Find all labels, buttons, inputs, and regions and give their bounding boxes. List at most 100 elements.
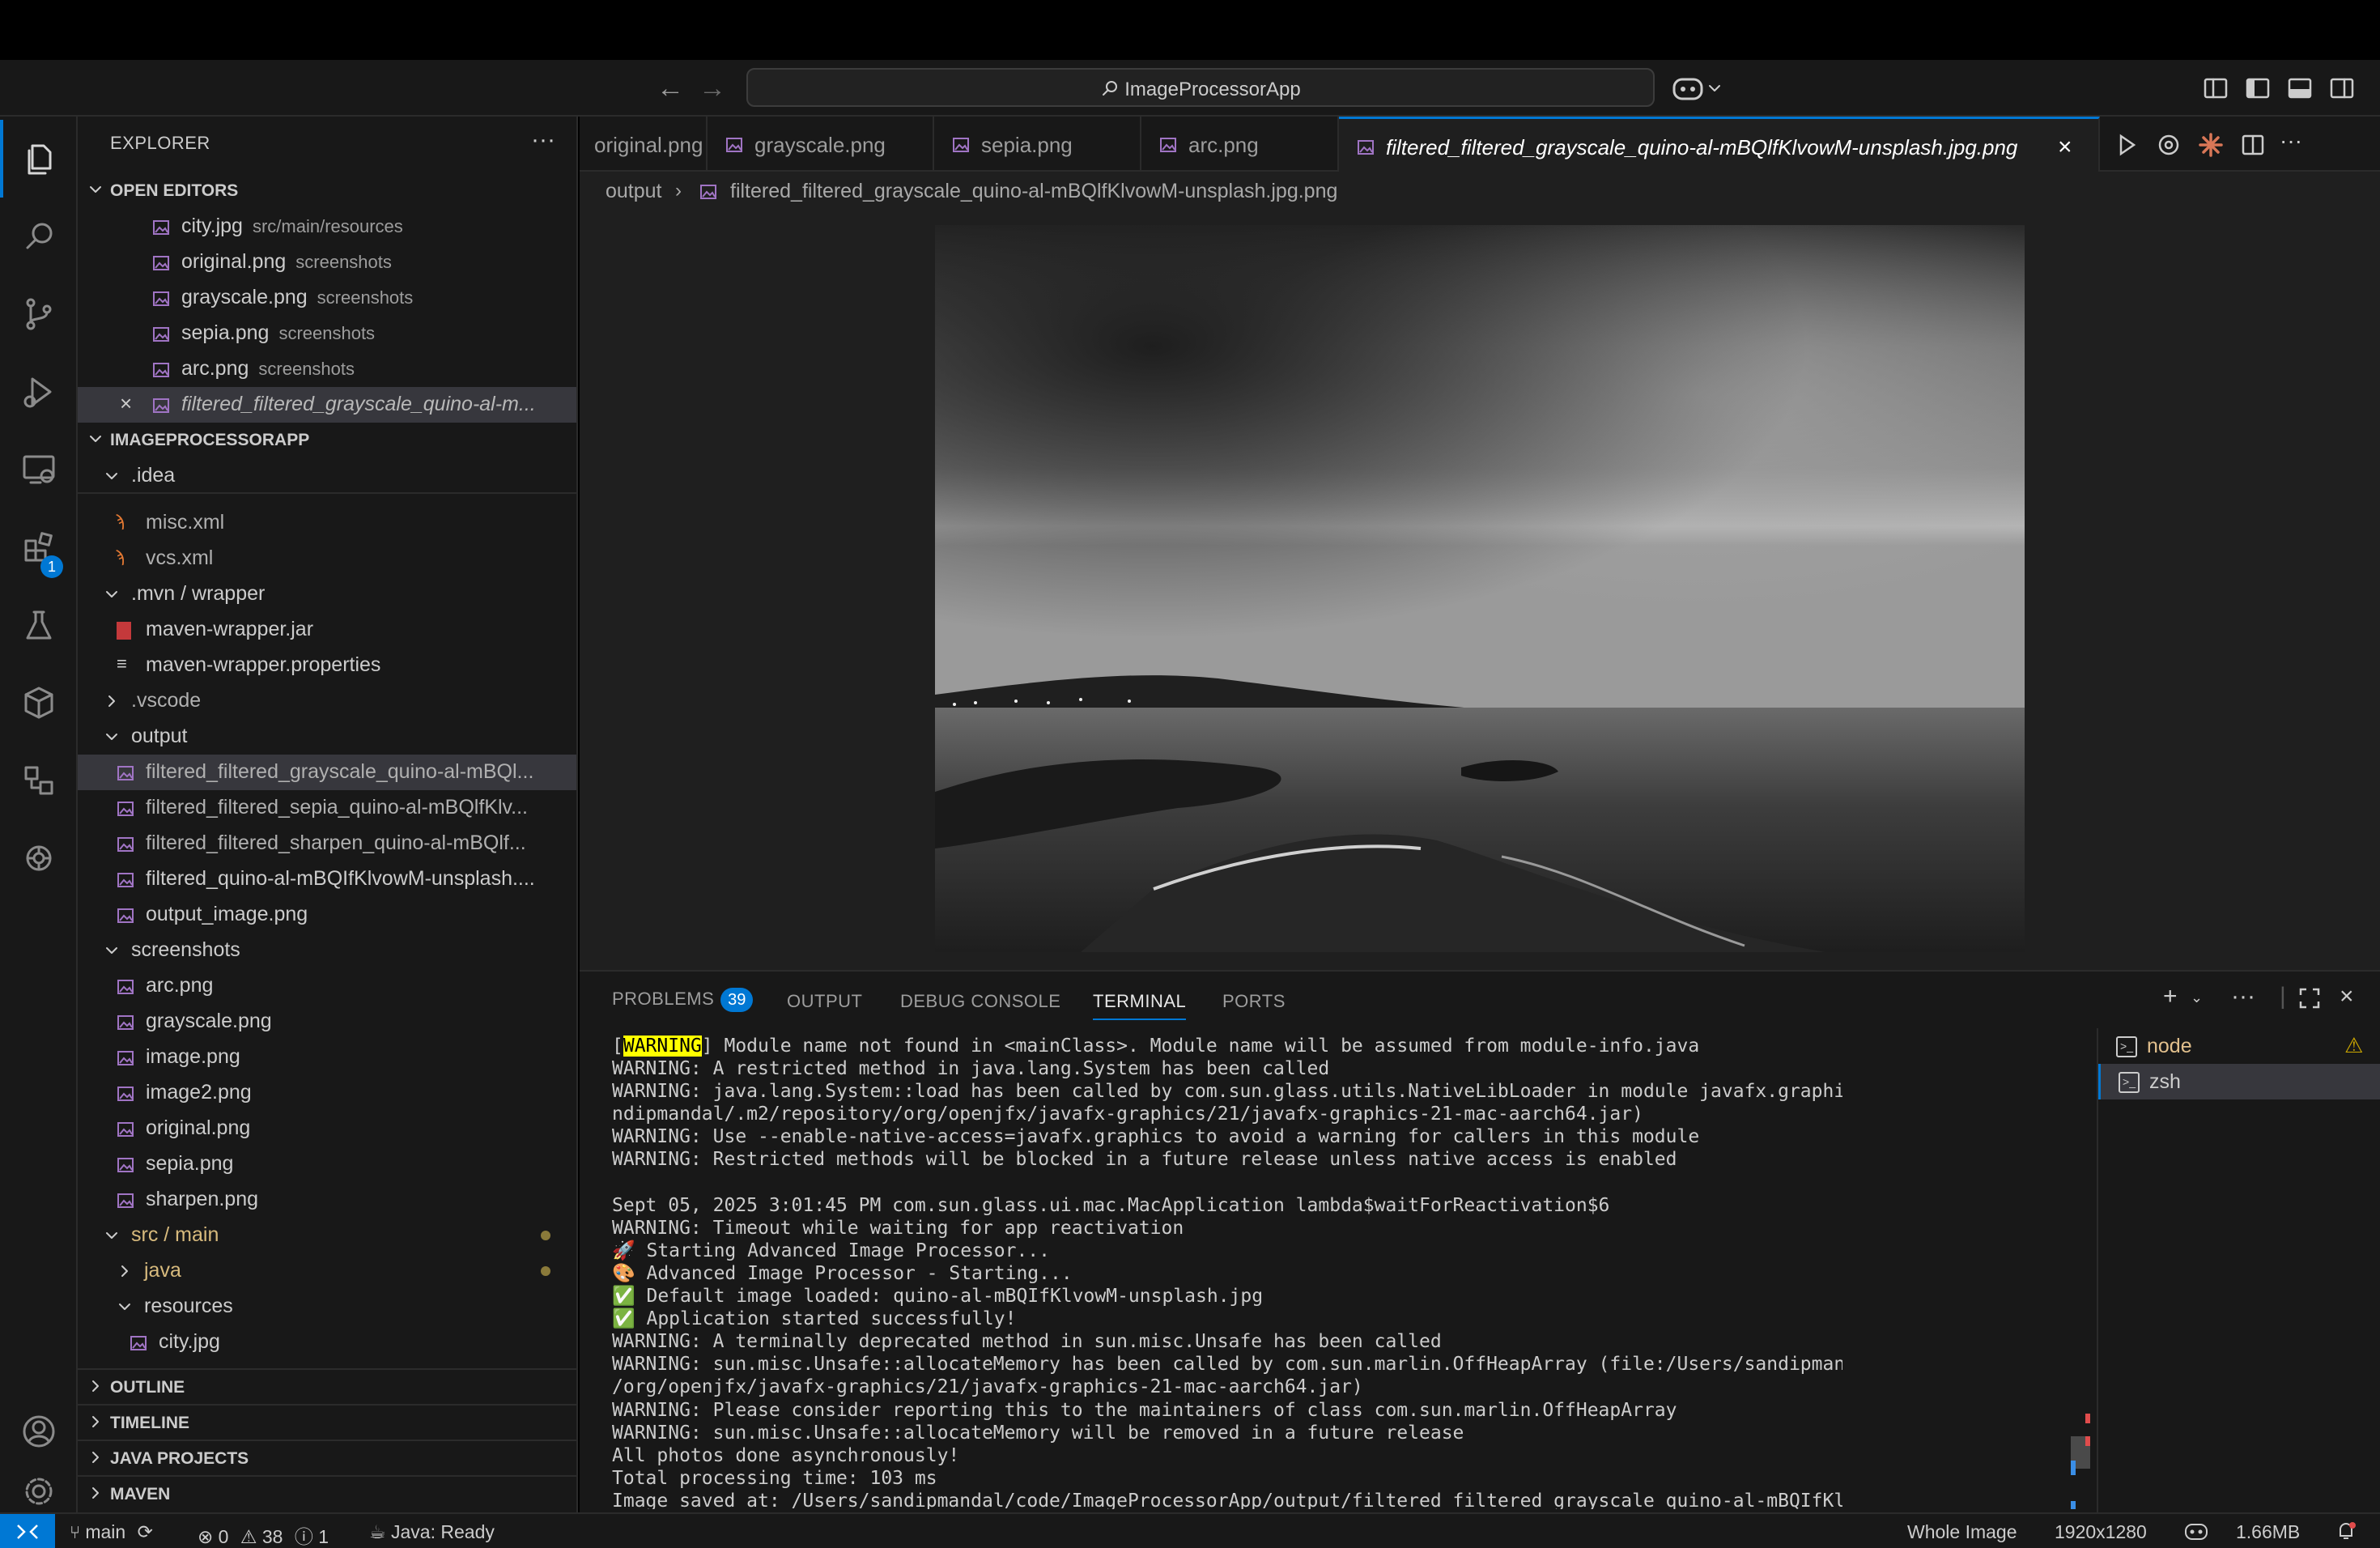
image-file-icon <box>153 327 169 342</box>
explorer-icon[interactable] <box>0 120 78 198</box>
tab-output[interactable]: OUTPUT <box>787 991 862 1012</box>
folder-output[interactable]: output <box>78 719 576 755</box>
extensions-icon[interactable]: 1 <box>0 508 78 586</box>
open-editor-city[interactable]: city.jpg src/main/resources <box>78 209 576 245</box>
folder-src-main[interactable]: src / main <box>78 1218 576 1253</box>
breadcrumb-file[interactable]: filtered_filtered_grayscale_quino-al-mBQ… <box>730 180 1337 203</box>
project-header[interactable]: IMAGEPROCESSORAPP <box>78 423 576 458</box>
open-editor-arc[interactable]: arc.png screenshots <box>78 351 576 387</box>
forward-arrow-icon[interactable]: → <box>696 73 729 105</box>
terminal-line: ✅ Default image loaded: quino-al-mBQIfKl… <box>612 1286 1264 1308</box>
tab-original[interactable]: original.png <box>580 117 708 172</box>
openai-icon[interactable] <box>0 819 78 897</box>
file-misc-xml[interactable]: ϡ misc.xml <box>78 505 576 541</box>
java-projects-icon[interactable] <box>0 742 78 819</box>
maven-section[interactable]: MAVEN <box>78 1475 576 1511</box>
toggle-primary-sidebar-icon[interactable] <box>2244 74 2272 102</box>
open-editor-original[interactable]: original.png screenshots <box>78 245 576 280</box>
image-mode-status[interactable]: Whole Image <box>1907 1521 2017 1543</box>
testing-flask-icon[interactable] <box>0 586 78 664</box>
search-icon[interactable] <box>0 198 78 275</box>
file-screenshot-sepia[interactable]: sepia.png <box>78 1146 576 1182</box>
split-editor-icon[interactable] <box>2239 131 2267 159</box>
file-maven-wrapper-properties[interactable]: ≡ maven-wrapper.properties <box>78 648 576 683</box>
tab-grayscale[interactable]: grayscale.png <box>708 117 934 172</box>
command-center-text: ImageProcessorApp <box>1124 79 1301 100</box>
folder-resources[interactable]: resources <box>78 1289 576 1325</box>
tab-filtered-grayscale[interactable]: filtered_filtered_grayscale_quino-al-mBQ… <box>1339 117 2100 172</box>
terminal-item-zsh[interactable]: >_ zsh <box>2098 1064 2380 1099</box>
containers-icon[interactable] <box>0 664 78 742</box>
more-icon[interactable]: ··· <box>2231 983 2255 1010</box>
open-editors-header[interactable]: OPEN EDITORS <box>78 173 576 209</box>
folder-vscode[interactable]: .vscode <box>78 683 576 719</box>
file-screenshot-original[interactable]: original.png <box>78 1111 576 1146</box>
folder-idea[interactable]: .idea <box>78 458 576 494</box>
chevron-down-icon[interactable]: ⌄ <box>2191 989 2203 1006</box>
grayscale-seascape-image[interactable] <box>935 225 2025 952</box>
tab-terminal[interactable]: TERMINAL <box>1093 991 1187 1020</box>
copilot-icon[interactable] <box>1671 73 1724 105</box>
terminal-scrollbar[interactable] <box>2071 1040 2090 1509</box>
outline-section[interactable]: OUTLINE <box>78 1368 576 1404</box>
close-tab-icon[interactable]: × <box>2058 134 2072 161</box>
tab-debug-console[interactable]: DEBUG CONSOLE <box>900 991 1060 1012</box>
breadcrumb-folder[interactable]: output <box>606 180 662 203</box>
java-projects-section[interactable]: JAVA PROJECTS <box>78 1440 576 1475</box>
explorer-more-icon[interactable]: ··· <box>531 126 555 154</box>
run-debug-icon[interactable] <box>0 353 78 431</box>
file-output-filtered[interactable]: filtered_quino-al-mBQIfKlvowM-unsplash..… <box>78 861 576 897</box>
notifications-bell-icon[interactable] <box>2335 1521 2357 1542</box>
open-editor-filtered-active[interactable]: × filtered_filtered_grayscale_quino-al-m… <box>78 387 576 423</box>
file-output-grayscale[interactable]: filtered_filtered_grayscale_quino-al-mBQ… <box>78 755 576 790</box>
layout-customize-icon[interactable] <box>2202 74 2229 102</box>
source-control-icon[interactable] <box>0 275 78 353</box>
branch-status[interactable]: ⑂ main ⟳ <box>70 1521 153 1543</box>
file-screenshot-grayscale[interactable]: grayscale.png <box>78 1004 576 1040</box>
folder-java[interactable]: java <box>78 1253 576 1289</box>
file-maven-wrapper-jar[interactable]: maven-wrapper.jar <box>78 612 576 648</box>
file-output-sharpen[interactable]: filtered_filtered_sharpen_quino-al-mBQlf… <box>78 826 576 861</box>
file-output-image[interactable]: output_image.png <box>78 897 576 933</box>
file-screenshot-arc[interactable]: arc.png <box>78 968 576 1004</box>
openai-chat-icon[interactable] <box>2155 131 2182 159</box>
tab-sepia[interactable]: sepia.png <box>934 117 1141 172</box>
close-panel-icon[interactable]: × <box>2340 983 2354 1010</box>
open-editor-sepia[interactable]: sepia.png screenshots <box>78 316 576 351</box>
run-icon[interactable] <box>2113 131 2140 159</box>
terminal-item-node[interactable]: >_ node ⚠ <box>2098 1028 2380 1064</box>
problems-status[interactable]: ⊗ 0 ⚠ 38 ⓘ 1 <box>198 1521 329 1548</box>
settings-gear-icon[interactable] <box>0 1470 78 1512</box>
claude-icon[interactable] <box>2197 131 2225 159</box>
remote-explorer-icon[interactable] <box>0 431 78 508</box>
close-icon[interactable]: × <box>120 391 132 416</box>
remote-indicator-icon[interactable] <box>0 1514 55 1548</box>
terminal-output[interactable]: [WARNING] Module name not found in <main… <box>612 1035 1842 1509</box>
timeline-section[interactable]: TIMELINE <box>78 1404 576 1440</box>
accounts-icon[interactable] <box>0 1393 78 1470</box>
toggle-secondary-sidebar-icon[interactable] <box>2328 74 2356 102</box>
back-arrow-icon[interactable]: ← <box>654 73 686 105</box>
file-city-jpg[interactable]: city.jpg <box>78 1325 576 1360</box>
folder-screenshots[interactable]: screenshots <box>78 933 576 968</box>
chevron-right-icon <box>121 1265 128 1277</box>
toggle-panel-icon[interactable] <box>2286 74 2314 102</box>
new-terminal-plus-icon[interactable]: + <box>2163 983 2178 1010</box>
more-actions-icon[interactable]: ··· <box>2280 128 2307 155</box>
copilot-status-icon[interactable] <box>2184 1521 2208 1542</box>
maximize-panel-icon[interactable] <box>2297 986 2322 1010</box>
open-editor-grayscale[interactable]: grayscale.png screenshots <box>78 280 576 316</box>
folder-mvn-wrapper[interactable]: .mvn / wrapper <box>78 576 576 612</box>
file-output-sepia[interactable]: filtered_filtered_sepia_quino-al-mBQlfKl… <box>78 790 576 826</box>
command-center-search[interactable]: ImageProcessorApp <box>746 68 1655 107</box>
file-screenshot-sharpen[interactable]: sharpen.png <box>78 1182 576 1218</box>
tab-problems[interactable]: PROBLEMS 39 <box>612 988 754 1012</box>
chevron-down-icon <box>106 1232 117 1239</box>
tab-arc[interactable]: arc.png <box>1141 117 1339 172</box>
file-screenshot-image[interactable]: image.png <box>78 1040 576 1075</box>
tab-ports[interactable]: PORTS <box>1222 991 1286 1012</box>
java-status[interactable]: ☕ Java: Ready <box>369 1521 495 1543</box>
terminal-line: WARNING: Please consider reporting this … <box>612 1399 1677 1421</box>
file-screenshot-image2[interactable]: image2.png <box>78 1075 576 1111</box>
file-vcs-xml[interactable]: ϡ vcs.xml <box>78 541 576 576</box>
